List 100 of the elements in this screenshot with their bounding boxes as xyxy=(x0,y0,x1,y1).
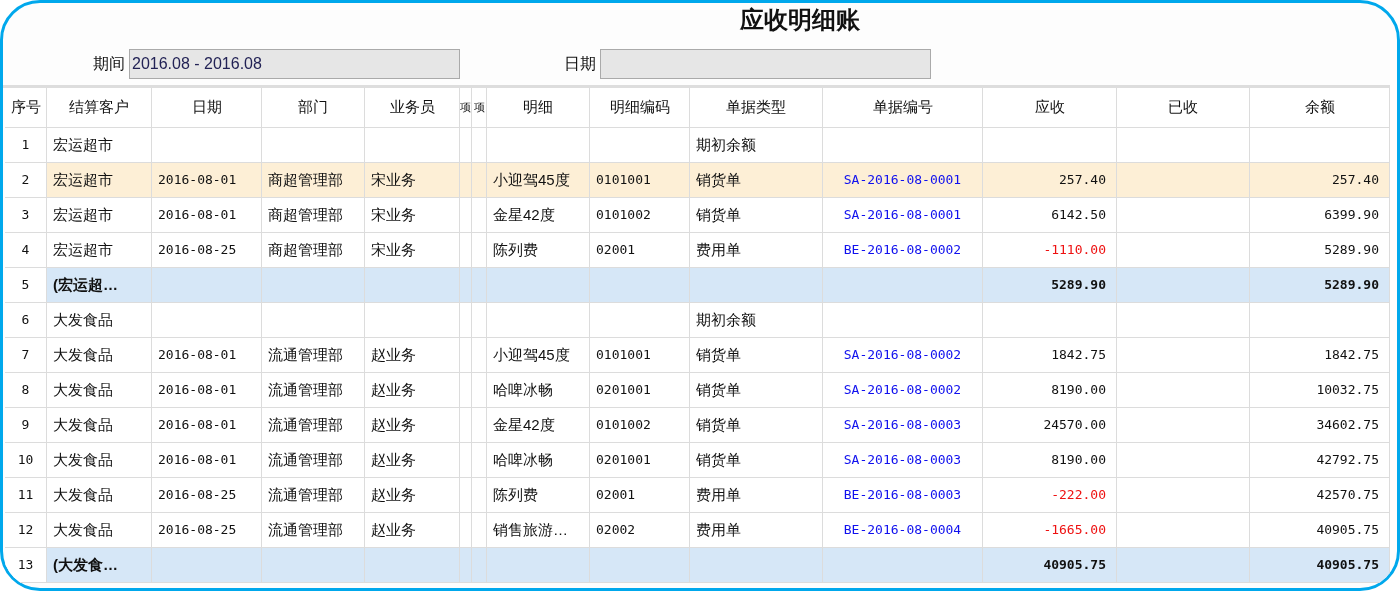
table-cell-text: 哈啤冰畅 xyxy=(493,379,553,400)
table-cell-text: 销货单 xyxy=(696,204,741,225)
table-cell-text: 13 xyxy=(17,556,34,575)
table-cell-text: 0101002 xyxy=(596,416,651,435)
table-cell-text: 10 xyxy=(17,451,34,470)
table-cell-text: 0101002 xyxy=(596,206,651,225)
table-cell-text: 销售旅游… xyxy=(493,519,568,540)
table-cell-text: -1110.00 xyxy=(1043,241,1106,260)
document-link[interactable]: SA-2016-08-0001 xyxy=(843,205,962,225)
table-cell-text: 费用单 xyxy=(696,239,741,260)
document-link[interactable]: SA-2016-08-0003 xyxy=(843,415,962,435)
table-cell-text: 2016-08-01 xyxy=(158,346,237,365)
table-cell-text: 赵业务 xyxy=(371,414,416,435)
table-cell-text: 40905.75 xyxy=(1043,556,1106,575)
table-cell-text: 赵业务 xyxy=(371,484,416,505)
report-title: 应收明细账 xyxy=(740,4,860,36)
table-cell-text: 1842.75 xyxy=(1324,346,1379,365)
table-cell-text: 2016-08-25 xyxy=(158,241,237,260)
table-row[interactable]: 6 大发食品 期初余额 xyxy=(5,303,1390,338)
table-cell-text: 42792.75 xyxy=(1316,451,1379,470)
table-row[interactable]: 12 大发食品 2016-08-25 流通管理部 赵业务 销售旅游… 02002 费用单 BE-2016-08-0004 -1665.00 40905.75 xyxy=(5,513,1390,548)
table-cell-text: 大发食品 xyxy=(53,344,113,365)
table-row[interactable]: 10 大发食品 2016-08-01 流通管理部 赵业务 哈啤冰畅 0201001 销货单 SA-2016-08-0003 8190.00 42792.75 xyxy=(5,443,1390,478)
table-cell-text: 257.40 xyxy=(1059,171,1106,190)
table-cell-text: 流通管理部 xyxy=(268,484,343,505)
table-cell-text: 34602.75 xyxy=(1316,416,1379,435)
table-cell-text: 10032.75 xyxy=(1316,381,1379,400)
table-cell-text: (宏运超… xyxy=(53,274,118,295)
table-cell-text: 小迎驾45度 xyxy=(493,169,570,190)
table-cell-text: 3 xyxy=(21,206,30,225)
table-row[interactable]: 11 大发食品 2016-08-25 流通管理部 赵业务 陈列费 02001 费用单 BE-2016-08-0003 -222.00 42570.75 xyxy=(5,478,1390,513)
filter-field[interactable]: 2016.08 - 2016.08 xyxy=(129,49,460,79)
table-cell-text: 大发食品 xyxy=(53,484,113,505)
table-cell-text: 小迎驾45度 xyxy=(493,344,570,365)
table-cell-text: 2016-08-01 xyxy=(158,451,237,470)
table-cell-text: 5289.90 xyxy=(1051,276,1106,295)
document-link[interactable]: BE-2016-08-0003 xyxy=(843,485,962,505)
table-cell-text: 4 xyxy=(21,241,30,260)
document-link[interactable]: SA-2016-08-0003 xyxy=(843,450,962,470)
table-cell-text: 销货单 xyxy=(696,449,741,470)
table-cell-text: 11 xyxy=(17,486,34,505)
document-link[interactable]: SA-2016-08-0002 xyxy=(843,380,962,400)
table-cell-text: 商超管理部 xyxy=(268,239,343,260)
table-row[interactable]: 13 (大发食… 40905.75 40905.75 xyxy=(5,548,1390,583)
table-cell-text: 2016-08-01 xyxy=(158,171,237,190)
table-cell-text: 2 xyxy=(21,171,30,190)
table-cell-text: 0101001 xyxy=(596,171,651,190)
table-row[interactable]: 9 大发食品 2016-08-01 流通管理部 赵业务 金星42度 0101002 销货单 SA-2016-08-0003 24570.00 34602.75 xyxy=(5,408,1390,443)
table-cell-text: -1665.00 xyxy=(1043,521,1106,540)
table-cell-text: 商超管理部 xyxy=(268,169,343,190)
table-cell-text: 5 xyxy=(21,276,30,295)
table-cell-text: 大发食品 xyxy=(53,379,113,400)
table-cell-text: -222.00 xyxy=(1051,486,1106,505)
table-row[interactable]: 3 宏运超市 2016-08-01 商超管理部 宋业务 金星42度 0101002 销货单 SA-2016-08-0001 6142.50 6399.90 xyxy=(5,198,1390,233)
table-row[interactable]: 5 (宏运超… 5289.90 5289.90 xyxy=(5,268,1390,303)
table-cell-text: 宋业务 xyxy=(371,239,416,260)
table-cell-text: 257.40 xyxy=(1332,171,1379,190)
table-cell-text: 40905.75 xyxy=(1316,521,1379,540)
table-row[interactable]: 4 宏运超市 2016-08-25 商超管理部 宋业务 陈列费 02001 费用单 BE-2016-08-0002 -1110.00 5289.90 xyxy=(5,233,1390,268)
table-cell-text: 8 xyxy=(21,381,30,400)
table-row[interactable]: 7 大发食品 2016-08-01 流通管理部 赵业务 小迎驾45度 0101001 销货单 SA-2016-08-0002 1842.75 1842.75 xyxy=(5,338,1390,373)
table-cell-text: 24570.00 xyxy=(1043,416,1106,435)
table-cell-text: 5289.90 xyxy=(1324,241,1379,260)
table-cell-text: 2016-08-01 xyxy=(158,206,237,225)
table-cell-text: 赵业务 xyxy=(371,449,416,470)
table-cell-text: 金星42度 xyxy=(493,204,555,225)
table-row[interactable]: 2 宏运超市 2016-08-01 商超管理部 宋业务 小迎驾45度 0101001 销货单 SA-2016-08-0001 257.40 257.40 xyxy=(5,163,1390,198)
table-cell-text: 宋业务 xyxy=(371,204,416,225)
table-cell-text: 02001 xyxy=(596,486,636,505)
table-cell-text: 宏运超市 xyxy=(53,204,113,225)
table-cell-text: 8190.00 xyxy=(1051,451,1106,470)
table-cell-text: 5289.90 xyxy=(1324,276,1379,295)
table-cell-text: 0201001 xyxy=(596,381,651,400)
table-cell-text: 6142.50 xyxy=(1051,206,1106,225)
table-cell-text: 0201001 xyxy=(596,451,651,470)
document-link[interactable]: BE-2016-08-0004 xyxy=(843,520,962,540)
filter-label: 日期 xyxy=(564,54,596,74)
document-link[interactable]: SA-2016-08-0002 xyxy=(843,345,962,365)
table-row[interactable]: 8 大发食品 2016-08-01 流通管理部 赵业务 哈啤冰畅 0201001 销货单 SA-2016-08-0002 8190.00 10032.75 xyxy=(5,373,1390,408)
table-cell-text: 宏运超市 xyxy=(53,239,113,260)
table-cell-text: 流通管理部 xyxy=(268,414,343,435)
table-cell-text: 宋业务 xyxy=(371,169,416,190)
table-row[interactable]: 1 宏运超市 期初余额 xyxy=(5,128,1390,163)
table-cell-text: 费用单 xyxy=(696,484,741,505)
table-cell-text: 陈列费 xyxy=(493,484,538,505)
table-cell-text: 赵业务 xyxy=(371,379,416,400)
table-cell-text: 销货单 xyxy=(696,169,741,190)
document-link[interactable]: BE-2016-08-0002 xyxy=(843,240,962,260)
table-cell-text: 费用单 xyxy=(696,519,741,540)
table-cell-text: 0101001 xyxy=(596,346,651,365)
document-link[interactable]: SA-2016-08-0001 xyxy=(843,170,962,190)
table-cell-text: 40905.75 xyxy=(1316,556,1379,575)
table-cell-text: 金星42度 xyxy=(493,414,555,435)
table-cell-text: 宏运超市 xyxy=(53,134,113,155)
table-cell-text: 大发食品 xyxy=(53,309,113,330)
table-cell-text: 流通管理部 xyxy=(268,344,343,365)
table-cell-text: 12 xyxy=(17,521,34,540)
table-cell-text: 流通管理部 xyxy=(268,449,343,470)
filter-field[interactable] xyxy=(600,49,931,79)
filter-label: 期间 xyxy=(93,54,125,74)
